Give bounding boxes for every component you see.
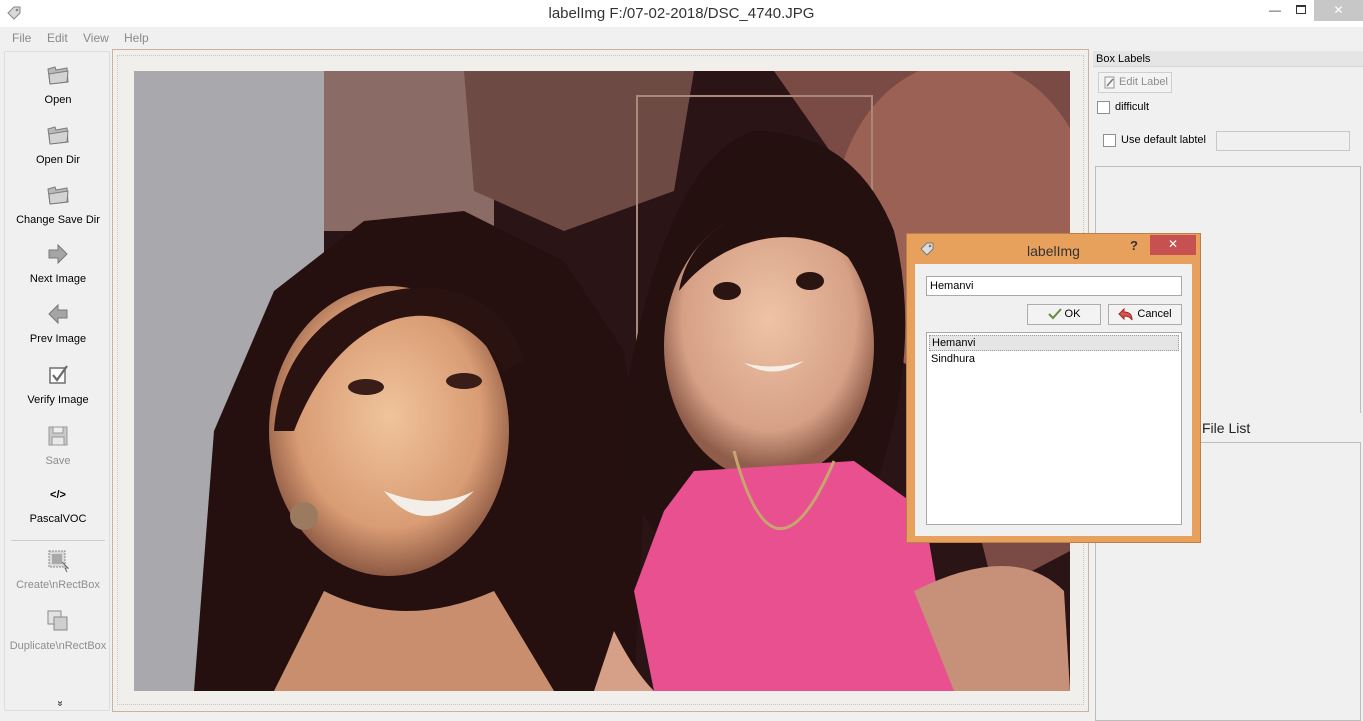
- toolbar-extension-icon[interactable]: »: [54, 701, 65, 707]
- create-rectbox-button[interactable]: Create\nRectBox: [5, 547, 111, 591]
- duplicate-rectbox-button[interactable]: Duplicate\nRectBox: [5, 608, 111, 652]
- pascalvoc-label: PascalVOC: [29, 513, 87, 525]
- label-dialog: labelImg ? ✕ Hemanvi OK Cancel Hemanvi S…: [906, 233, 1201, 543]
- difficult-checkbox[interactable]: [1097, 101, 1110, 114]
- undo-arrow-icon: [1118, 307, 1133, 320]
- ok-label: OK: [1064, 308, 1081, 320]
- dialog-help-button[interactable]: ?: [1130, 238, 1138, 253]
- folder-open-icon: [47, 66, 69, 85]
- arrow-right-icon: [48, 243, 68, 265]
- verify-image-label: Verify Image: [27, 394, 89, 406]
- menu-help[interactable]: Help: [124, 31, 149, 45]
- verify-image-button[interactable]: Verify Image: [5, 362, 111, 406]
- arrow-left-icon: [48, 303, 68, 325]
- open-dir-label: Open Dir: [35, 154, 81, 166]
- code-tag-icon: </>: [50, 489, 66, 501]
- checkbox-icon: [49, 365, 68, 384]
- label-input[interactable]: Hemanvi: [926, 276, 1182, 296]
- default-label-input[interactable]: [1216, 131, 1350, 151]
- change-save-dir-label: Change Save Dir: [16, 214, 100, 226]
- folder-open-icon: [47, 186, 69, 205]
- list-item[interactable]: Hemanvi: [929, 335, 1179, 351]
- box-labels-title: Box Labels: [1093, 51, 1363, 67]
- difficult-label: difficult: [1115, 101, 1150, 113]
- use-default-label-checkbox[interactable]: [1103, 134, 1116, 147]
- file-list-title: File List: [1202, 420, 1251, 436]
- close-button[interactable]: ✕: [1314, 0, 1363, 21]
- maximize-icon: [1296, 5, 1306, 14]
- edit-pencil-icon: [1104, 76, 1115, 89]
- toolbar-divider: [11, 540, 105, 541]
- cancel-label: Cancel: [1137, 308, 1172, 320]
- next-image-label: Next Image: [29, 273, 87, 285]
- use-default-label-text: Use default labtel: [1121, 134, 1206, 146]
- check-icon: [1047, 308, 1062, 320]
- menu-bar: File Edit View Help: [0, 27, 1363, 48]
- toolbar: Open Open Dir Change Save Dir Next Image…: [4, 51, 110, 711]
- dialog-close-button[interactable]: ✕: [1150, 235, 1196, 255]
- duplicate-rectbox-label: Duplicate\nRectBox: [9, 640, 107, 652]
- maximize-button[interactable]: [1288, 0, 1314, 21]
- duplicate-rectbox-icon: [47, 610, 68, 631]
- list-item[interactable]: Sindhura: [929, 352, 1179, 368]
- dialog-label-list[interactable]: Hemanvi Sindhura: [926, 332, 1182, 525]
- open-dir-button[interactable]: Open Dir: [5, 122, 111, 166]
- minimize-button[interactable]: —: [1262, 0, 1288, 21]
- open-label: Open: [44, 94, 72, 106]
- edit-label-button[interactable]: Edit Label: [1098, 72, 1172, 93]
- menu-view[interactable]: View: [83, 31, 109, 45]
- ok-button[interactable]: OK: [1027, 304, 1101, 325]
- pascalvoc-button[interactable]: </> PascalVOC: [5, 487, 111, 525]
- create-rectbox-icon: [48, 550, 70, 573]
- save-label: Save: [45, 455, 71, 467]
- prev-image-label: Prev Image: [29, 333, 87, 345]
- edit-label-text: Edit Label: [1119, 76, 1168, 88]
- next-image-button[interactable]: Next Image: [5, 241, 111, 285]
- open-button[interactable]: Open: [5, 62, 111, 106]
- floppy-disk-icon: [48, 426, 68, 446]
- menu-edit[interactable]: Edit: [47, 31, 68, 45]
- create-rectbox-label: Create\nRectBox: [16, 579, 100, 591]
- change-save-dir-button[interactable]: Change Save Dir: [5, 182, 111, 226]
- save-button[interactable]: Save: [5, 423, 111, 467]
- prev-image-button[interactable]: Prev Image: [5, 301, 111, 345]
- folder-open-icon: [47, 126, 69, 145]
- cancel-button[interactable]: Cancel: [1108, 304, 1182, 325]
- dialog-body: Hemanvi OK Cancel Hemanvi Sindhura: [915, 264, 1192, 536]
- menu-file[interactable]: File: [12, 31, 31, 45]
- title-bar: labelImg F:/07-02-2018/DSC_4740.JPG — ✕: [0, 0, 1363, 27]
- window-title: labelImg F:/07-02-2018/DSC_4740.JPG: [548, 5, 815, 22]
